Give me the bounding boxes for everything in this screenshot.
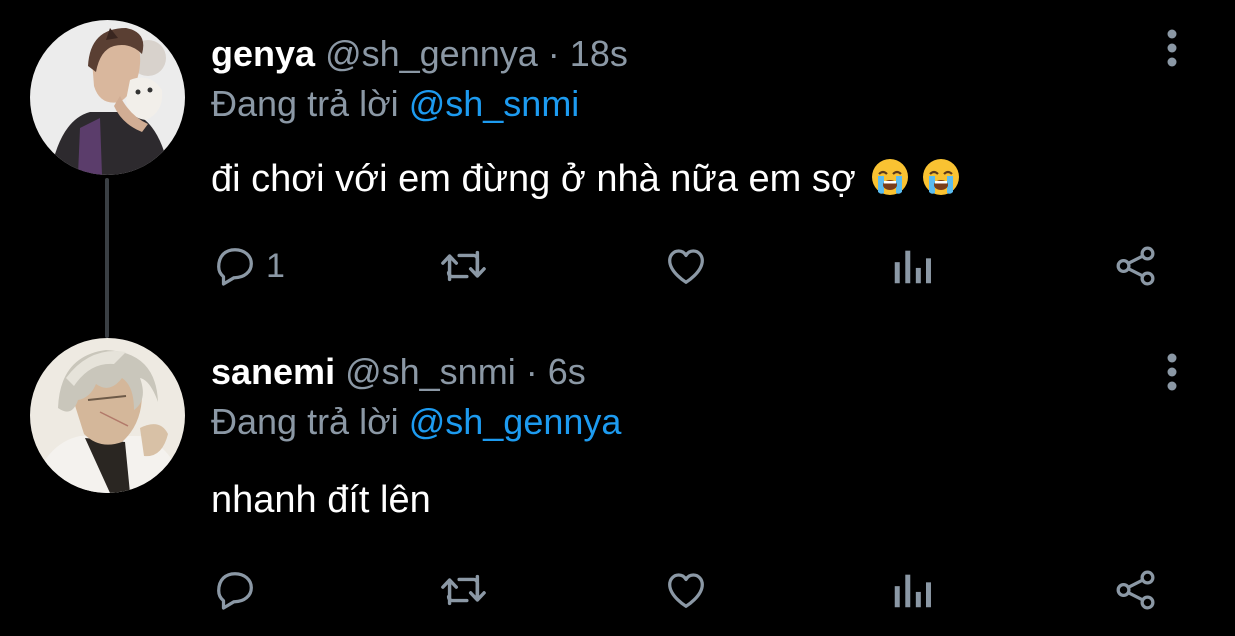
- user-handle[interactable]: @sh_snmi: [345, 351, 516, 392]
- more-options-button[interactable]: [1150, 350, 1194, 394]
- tweet-actions: [0, 564, 1235, 616]
- like-button[interactable]: [663, 240, 709, 292]
- separator-dot: ·: [547, 33, 560, 74]
- retweet-button[interactable]: [438, 240, 488, 292]
- retweet-icon: [441, 250, 486, 282]
- tweet-actions: 1: [0, 240, 1235, 292]
- more-vertical-icon: [1167, 29, 1177, 67]
- analytics-icon: [894, 250, 931, 284]
- separator-dot: ·: [525, 351, 538, 392]
- replying-to: Đang trả lời @sh_gennya: [211, 400, 621, 444]
- timestamp[interactable]: 18s: [570, 33, 628, 74]
- avatar[interactable]: [30, 20, 185, 175]
- replying-mention-link[interactable]: @sh_snmi: [409, 83, 580, 124]
- reply-button[interactable]: 1: [212, 240, 285, 292]
- tweet-header: sanemi @sh_snmi · 6s: [211, 350, 586, 394]
- like-button[interactable]: [663, 564, 709, 616]
- analytics-button[interactable]: [890, 240, 934, 292]
- reply-icon: [217, 572, 253, 610]
- avatar[interactable]: [30, 338, 185, 493]
- timestamp[interactable]: 6s: [548, 351, 586, 392]
- replying-to: Đang trả lời @sh_snmi: [211, 82, 579, 126]
- reply-count: 1: [266, 246, 285, 285]
- reply-icon: [217, 248, 253, 286]
- share-icon: [1116, 570, 1155, 610]
- analytics-button[interactable]: [890, 564, 934, 616]
- replying-prefix: Đang trả lời: [211, 401, 399, 442]
- analytics-icon: [894, 574, 931, 608]
- retweet-button[interactable]: [438, 564, 488, 616]
- avatar-genya-image: [30, 20, 185, 175]
- display-name[interactable]: genya: [211, 33, 315, 74]
- share-icon: [1116, 246, 1155, 286]
- avatar-sanemi-image: [30, 338, 185, 493]
- loudly-crying-face-icon: [872, 159, 909, 195]
- share-button[interactable]: [1113, 564, 1159, 616]
- replying-mention-link[interactable]: @sh_gennya: [409, 401, 622, 442]
- tweet[interactable]: genya @sh_gennya · 18s Đang trả lời @sh_…: [0, 0, 1235, 318]
- tweet-header: genya @sh_gennya · 18s: [211, 32, 628, 76]
- user-handle[interactable]: @sh_gennya: [325, 33, 538, 74]
- tweet-text: nhanh đít lên: [211, 476, 431, 524]
- tweet-text-content: đi chơi với em đừng ở nhà nữa em sợ: [211, 158, 856, 200]
- share-button[interactable]: [1113, 240, 1159, 292]
- display-name[interactable]: sanemi: [211, 351, 335, 392]
- heart-icon: [668, 249, 704, 284]
- tweet[interactable]: sanemi @sh_snmi · 6s Đang trả lời @sh_ge…: [0, 318, 1235, 636]
- replying-prefix: Đang trả lời: [211, 83, 399, 124]
- more-options-button[interactable]: [1150, 26, 1194, 70]
- reply-button[interactable]: [212, 564, 266, 616]
- tweet-text-content: nhanh đít lên: [211, 479, 431, 521]
- more-vertical-icon: [1167, 353, 1177, 391]
- tweet-text: đi chơi với em đừng ở nhà nữa em sợ: [211, 155, 961, 203]
- heart-icon: [668, 573, 704, 608]
- retweet-icon: [441, 574, 486, 606]
- loudly-crying-face-icon: [922, 159, 959, 195]
